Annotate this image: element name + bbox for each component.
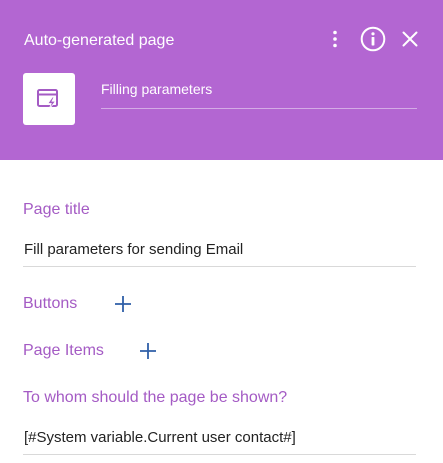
page-name-value: Filling parameters [101,81,213,97]
page-lightning-icon [37,89,58,110]
panel-title: Auto-generated page [24,32,175,49]
auto-generated-page-panel: Auto-generated page Filling parameters P… [0,0,443,463]
recipient-input[interactable]: [#System variable.Current user contact#] [23,424,416,455]
close-icon [402,31,418,47]
buttons-label: Buttons [23,295,78,312]
panel-header: Auto-generated page Filling parameters [0,0,443,160]
plus-icon [115,296,131,312]
page-title-input[interactable]: Fill parameters for sending Email [23,236,416,267]
add-page-item-button[interactable] [136,339,160,363]
recipient-label: To whom should the page be shown? [23,389,288,406]
page-items-label: Page Items [23,342,104,359]
add-button-button[interactable] [111,292,135,316]
info-button[interactable] [359,25,387,53]
close-button[interactable] [396,25,424,53]
page-title-label: Page title [23,201,90,218]
page-title-value: Fill parameters for sending Email [24,241,244,258]
info-icon [360,26,386,52]
more-vertical-icon [333,30,337,48]
page-name-field[interactable]: Filling parameters [101,78,417,109]
page-type-icon-tile [23,73,75,125]
plus-icon [140,343,156,359]
recipient-value: [#System variable.Current user contact#] [24,429,296,446]
more-options-button[interactable] [321,25,349,53]
